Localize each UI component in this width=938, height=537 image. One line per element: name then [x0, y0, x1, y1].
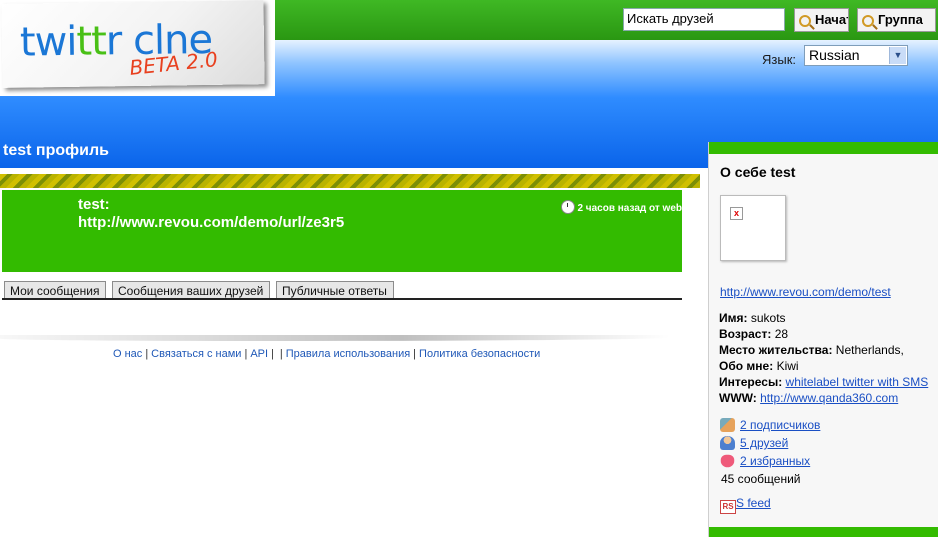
- decorative-stripe: [0, 174, 700, 188]
- footer-link-api[interactable]: API: [250, 348, 268, 360]
- clock-icon: [561, 200, 576, 214]
- info-age-value: 28: [774, 327, 789, 341]
- tweet-timestamp: 2 часов назад от web: [577, 203, 682, 214]
- info-location: Место жительства: Netherlands,: [719, 342, 928, 358]
- sidebar-bottom-bar: [709, 527, 938, 537]
- tab-my-messages[interactable]: Мои сообщения: [4, 281, 106, 299]
- logo-card[interactable]: twittr clne BETA 2.0: [1, 0, 265, 88]
- group-button[interactable]: Группа: [857, 8, 936, 32]
- footer-link-about[interactable]: О нас: [113, 348, 142, 360]
- search-input[interactable]: Искать друзей: [623, 8, 785, 31]
- language-selected-value: Russian: [809, 47, 860, 63]
- info-about: Обо мне: Kiwi: [719, 358, 928, 374]
- sidebar-top-bar: [709, 142, 938, 154]
- friends-link[interactable]: 5 друзей: [740, 436, 788, 450]
- footer-separator: |: [413, 348, 417, 360]
- info-www-link[interactable]: http://www.qanda360.com: [760, 391, 898, 405]
- tweet-meta: 2 часов назад от web: [561, 200, 682, 214]
- language-select[interactable]: Russian ▼: [804, 45, 908, 66]
- tweet-body: test: http://www.revou.com/demo/url/ze3r…: [78, 196, 344, 232]
- info-name: Имя: sukots: [719, 310, 928, 326]
- profile-info: Имя: sukots Возраст: 28 Место жительства…: [719, 310, 928, 406]
- info-location-label: Место жительства:: [719, 343, 833, 357]
- info-www: WWW: http://www.qanda360.com: [719, 390, 928, 406]
- stat-favorites: 2 избранных: [720, 452, 820, 470]
- rss-feed: RS S feed: [720, 496, 771, 514]
- footer-link-privacy[interactable]: Политика безопасности: [419, 348, 540, 360]
- latest-tweet: test: http://www.revou.com/demo/url/ze3r…: [2, 190, 682, 272]
- profile-stats: 2 подписчиков 5 друзей 2 избранных 45 со…: [720, 416, 820, 488]
- search-button[interactable]: Начать: [794, 8, 849, 32]
- rss-icon[interactable]: RS: [720, 500, 736, 514]
- group-button-label: Группа: [878, 12, 923, 27]
- footer-separator: |: [271, 348, 274, 360]
- info-interests-label: Интересы:: [719, 375, 783, 389]
- info-age: Возраст: 28: [719, 326, 928, 342]
- rss-feed-link[interactable]: S feed: [736, 496, 771, 510]
- info-name-value: sukots: [750, 311, 786, 325]
- followers-link[interactable]: 2 подписчиков: [740, 418, 820, 432]
- footer-links: О нас | Связаться с нами | API | | Правила испо…: [113, 348, 540, 360]
- search-icon: [862, 15, 874, 27]
- favorites-link[interactable]: 2 избранных: [740, 454, 810, 468]
- footer-separator: |: [244, 348, 248, 360]
- footer-link-contact[interactable]: Связаться с нами: [151, 348, 241, 360]
- language-label: Язык:: [762, 52, 796, 67]
- info-name-label: Имя:: [719, 311, 748, 325]
- avatar[interactable]: x: [720, 195, 786, 261]
- tab-friends-messages[interactable]: Сообщения ваших друзей: [112, 281, 270, 299]
- search-icon: [799, 15, 811, 27]
- tab-public-replies[interactable]: Публичные ответы: [276, 281, 394, 299]
- info-interests-link[interactable]: whitelabel twitter with SMS: [786, 375, 929, 389]
- sidebar-title: О себе test: [720, 164, 796, 180]
- followers-icon: [720, 418, 735, 432]
- stat-friends: 5 друзей: [720, 434, 820, 452]
- footer-link-terms[interactable]: Правила использования: [286, 348, 410, 360]
- tweet-text: http://www.revou.com/demo/url/ze3r5: [78, 214, 345, 231]
- info-location-value: Netherlands,: [835, 343, 904, 357]
- content-shadow: [0, 335, 670, 341]
- stat-followers: 2 подписчиков: [720, 416, 820, 434]
- page-title: test профиль: [3, 142, 109, 159]
- profile-sidebar: О себе test x http://www.revou.com/demo/…: [708, 142, 938, 537]
- info-about-value: Kiwi: [776, 359, 799, 373]
- info-interests: Интересы: whitelabel twitter with SMS: [719, 374, 928, 390]
- friends-icon: [720, 436, 735, 450]
- tweet-author[interactable]: test:: [78, 196, 344, 214]
- stat-messages: 45 сообщений: [721, 472, 801, 486]
- logo-part-1: twi: [19, 18, 77, 66]
- info-about-label: Обо мне:: [719, 359, 774, 373]
- info-age-label: Возраст:: [719, 327, 772, 341]
- chevron-down-icon[interactable]: ▼: [889, 47, 906, 64]
- footer-separator: |: [145, 348, 149, 360]
- favorites-heart-icon: [720, 454, 735, 468]
- broken-image-icon: x: [730, 207, 743, 220]
- logo-part-2: tt: [76, 18, 107, 65]
- profile-link[interactable]: http://www.revou.com/demo/test: [720, 285, 891, 299]
- info-www-label: WWW:: [719, 391, 757, 405]
- tab-underline: [2, 298, 682, 300]
- logo-area: twittr clne BETA 2.0: [0, 0, 275, 96]
- search-button-label: Начать: [815, 12, 848, 27]
- footer-separator: |: [279, 348, 283, 360]
